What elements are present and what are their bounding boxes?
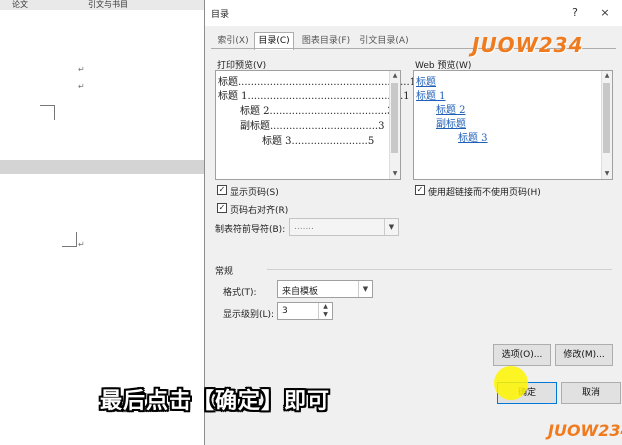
print-preview-line: 标题 3........................5 — [262, 136, 375, 147]
chevron-down-icon[interactable]: ▼ — [384, 219, 398, 235]
watermark-logo: JUOW234 — [472, 33, 584, 57]
spinner-up-icon[interactable]: ▲ — [318, 303, 332, 311]
web-preview-link[interactable]: 标题 1 — [416, 87, 446, 102]
scroll-thumb[interactable] — [391, 83, 398, 153]
scroll-up-icon[interactable]: ▲ — [602, 71, 612, 81]
spinner-down-icon[interactable]: ▼ — [318, 311, 332, 319]
web-preview-scrollbar[interactable]: ▲ ▼ — [601, 71, 612, 179]
tab-leader-select[interactable]: ....... ▼ — [289, 218, 399, 236]
web-preview-link[interactable]: 副标题 — [436, 115, 466, 130]
scroll-thumb[interactable] — [603, 83, 610, 153]
print-preview-line: 副标题..................................3 — [240, 121, 385, 132]
dialog-titlebar[interactable]: 目录 ? × — [205, 0, 622, 26]
show-page-numbers-checkbox[interactable]: ✓ — [217, 185, 227, 195]
crop-mark — [40, 105, 55, 120]
show-page-numbers-label[interactable]: 显示页码(S) — [230, 185, 279, 198]
right-align-label[interactable]: 页码右对齐(R) — [230, 203, 288, 216]
ribbon-tab-citations[interactable]: 引文与书目 — [88, 0, 128, 10]
watermark-logo-corner: JUOW234 — [548, 421, 622, 440]
tab-leader-label: 制表符前导符(B): — [215, 225, 286, 235]
cancel-button[interactable]: 取消 — [561, 382, 621, 404]
question-icon[interactable]: ? — [563, 4, 587, 22]
print-preview-line: 标题 2....................................… — [240, 106, 394, 117]
use-hyperlinks-checkbox[interactable]: ✓ — [415, 185, 425, 195]
print-preview-scrollbar[interactable]: ▲ ▼ — [389, 71, 400, 179]
scroll-up-icon[interactable]: ▲ — [390, 71, 400, 81]
right-align-checkbox[interactable]: ✓ — [217, 203, 227, 213]
ribbon-tab-paper[interactable]: 论文 — [12, 0, 28, 10]
paragraph-mark: ↵ — [78, 240, 85, 249]
print-preview-line: 标题......................................… — [218, 77, 417, 88]
document-page-1[interactable]: ↵ ↵ — [0, 10, 204, 160]
group-divider — [267, 269, 612, 270]
tab-leader-value: ....... — [294, 222, 315, 232]
chevron-down-icon[interactable]: ▼ — [358, 281, 372, 297]
dialog-title: 目录 — [211, 10, 230, 20]
paragraph-mark: ↵ — [78, 82, 85, 91]
web-preview-box[interactable]: 标题 标题 1 标题 2 副标题 标题 3 ▲ ▼ — [413, 70, 613, 180]
web-preview-link[interactable]: 标题 2 — [436, 101, 466, 116]
subtitle-caption: 最后点击【确定】即可 — [100, 389, 331, 414]
close-icon[interactable]: × — [593, 4, 617, 22]
levels-spinner[interactable]: 3 ▲ ▼ — [277, 302, 333, 320]
scroll-down-icon[interactable]: ▼ — [602, 169, 612, 179]
print-preview-line: 标题 1....................................… — [218, 91, 410, 102]
document-area: ↵ ↵ ↵ — [0, 10, 204, 445]
options-button[interactable]: 选项(O)... — [493, 344, 551, 366]
general-group-label: 常规 — [215, 267, 234, 277]
format-select[interactable]: 来自模板 ▼ — [277, 280, 373, 298]
toc-dialog: 目录 ? × 索引(X) 目录(C) 图表目录(F) 引文目录(A) 打印预览(… — [204, 0, 622, 445]
format-label: 格式(T): — [223, 288, 257, 298]
paragraph-mark: ↵ — [78, 65, 85, 74]
print-preview-box[interactable]: 标题......................................… — [215, 70, 416, 180]
cursor-highlight — [494, 366, 528, 400]
crop-mark — [62, 232, 77, 247]
use-hyperlinks-label[interactable]: 使用超链接而不使用页码(H) — [428, 185, 541, 198]
format-value: 来自模板 — [282, 287, 319, 297]
levels-label: 显示级别(L): — [223, 310, 275, 320]
modify-button[interactable]: 修改(M)... — [555, 344, 613, 366]
web-preview-link[interactable]: 标题 — [416, 73, 436, 88]
scroll-down-icon[interactable]: ▼ — [390, 169, 400, 179]
levels-value[interactable]: 3 — [282, 306, 288, 316]
web-preview-link[interactable]: 标题 3 — [458, 129, 488, 144]
